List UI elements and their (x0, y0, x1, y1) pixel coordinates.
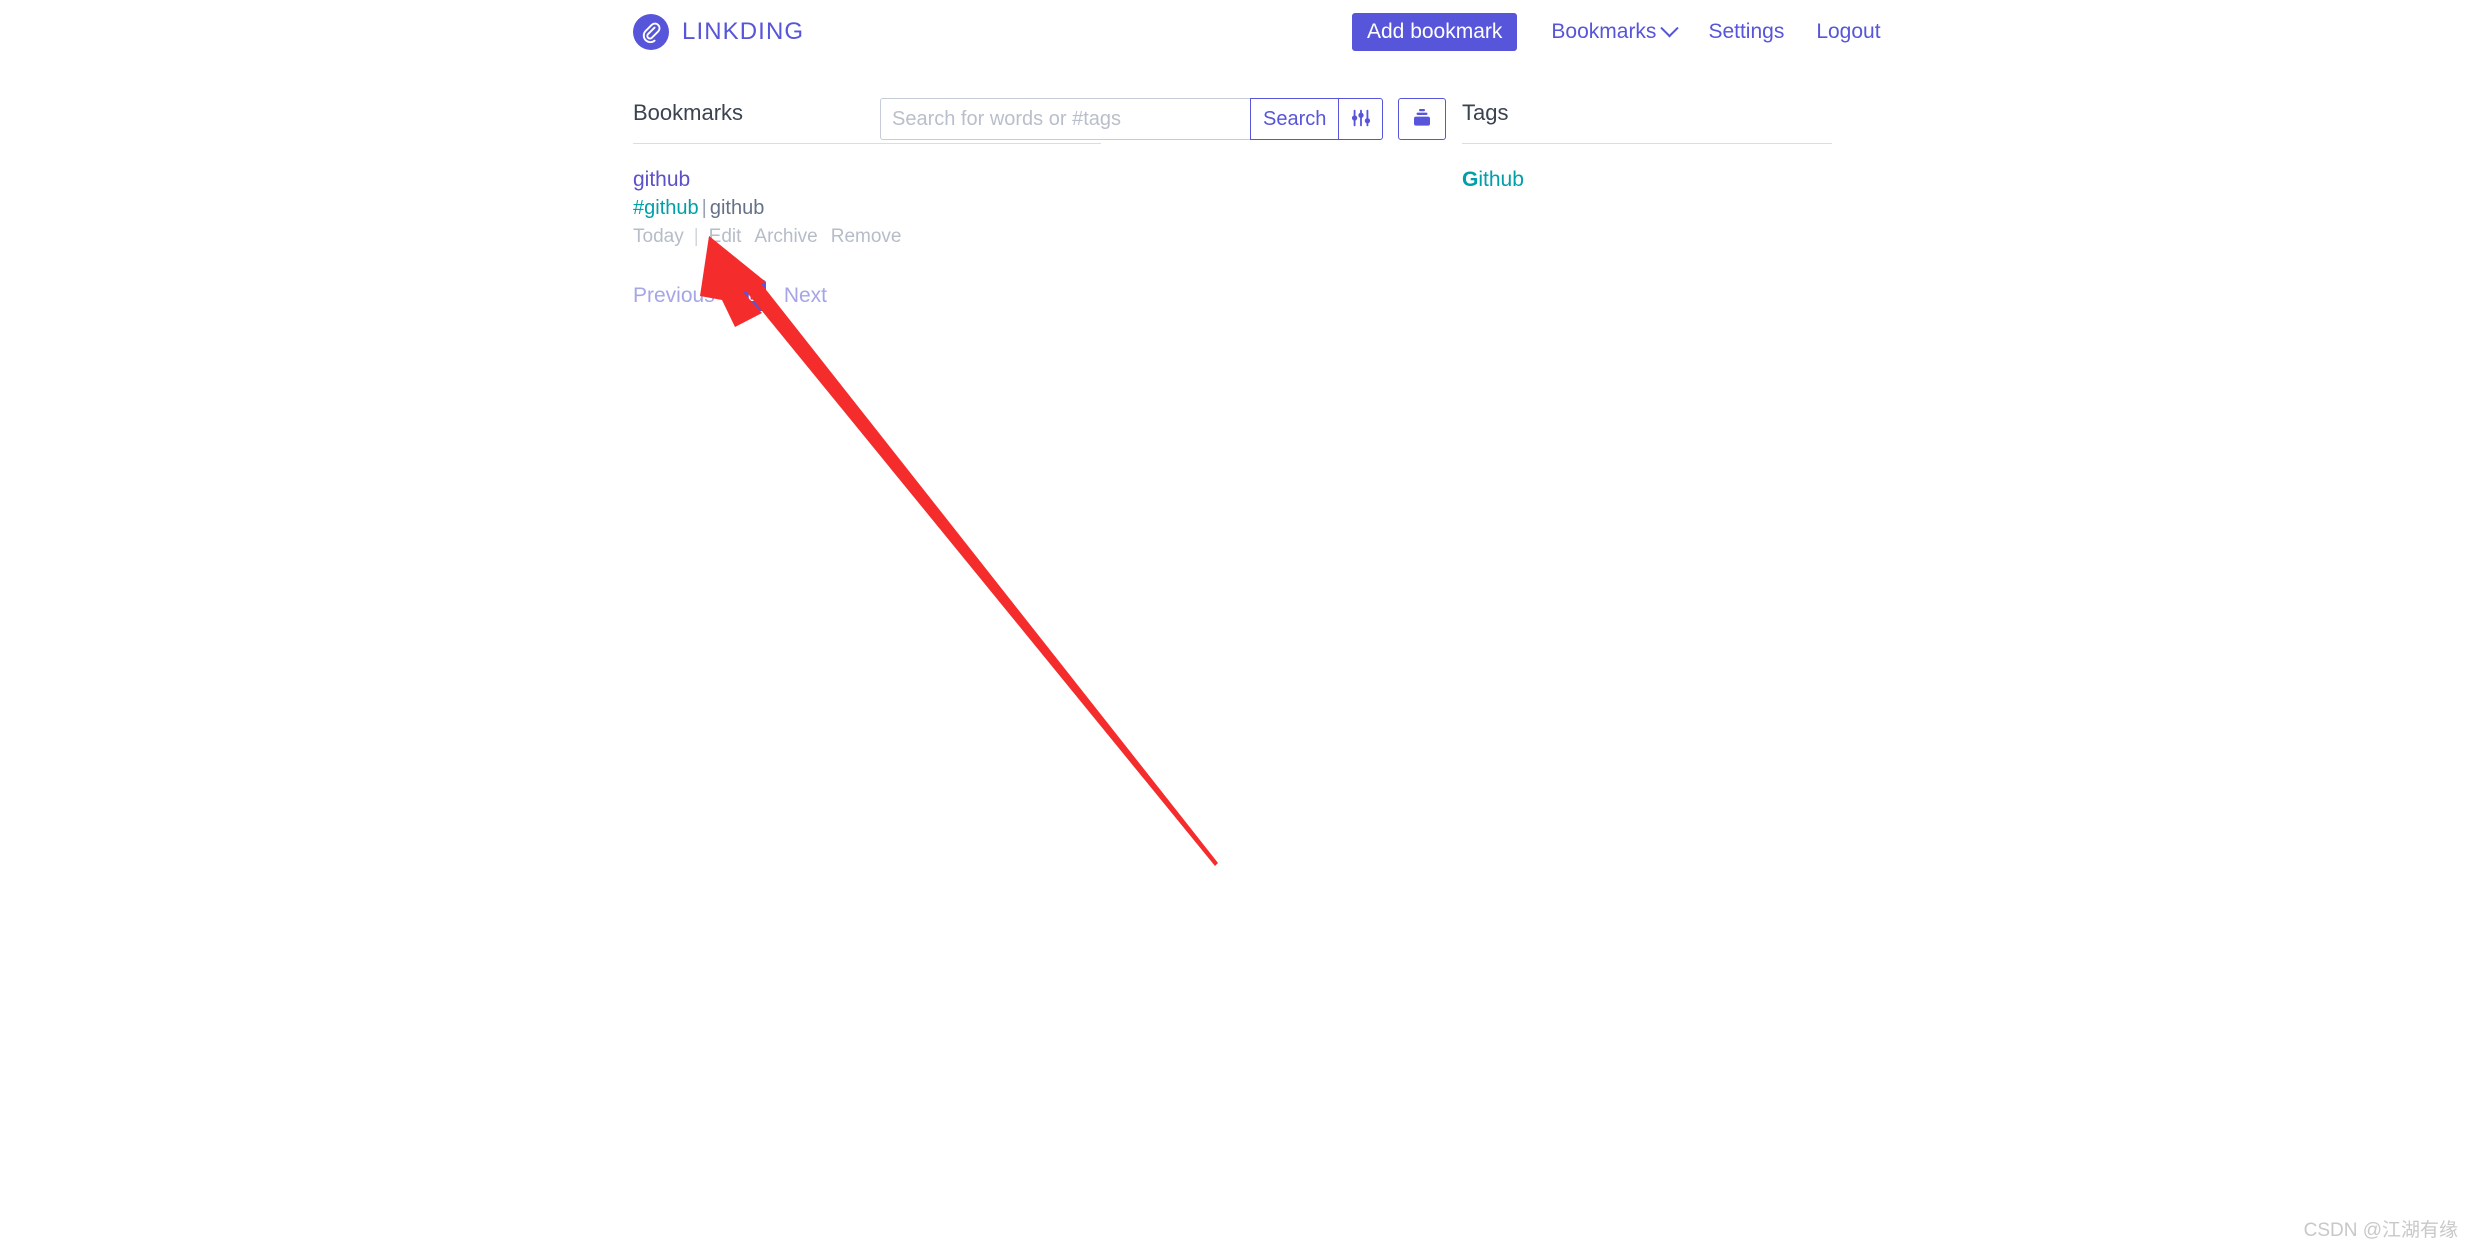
search-button[interactable]: Search (1250, 98, 1340, 140)
search-form: Search (880, 98, 1447, 140)
pagination-current-page[interactable]: 1 (732, 280, 766, 311)
bundles-stack-icon (1410, 107, 1434, 132)
brand-logo-link[interactable]: LINKDING (633, 14, 804, 50)
tags-list: Github (1462, 166, 1524, 194)
search-input[interactable] (880, 98, 1250, 140)
tags-divider (1462, 143, 1832, 144)
main-navigation: Add bookmark Bookmarks Settings Logout (1352, 13, 2478, 51)
nav-bookmarks-label: Bookmarks (1551, 20, 1657, 43)
bookmark-title-link[interactable]: github (633, 166, 1103, 194)
nav-item-logout[interactable]: Logout (1816, 20, 1880, 44)
bundles-button[interactable] (1398, 98, 1447, 140)
bookmark-archive-link[interactable]: Archive (754, 223, 817, 251)
search-filter-button[interactable] (1339, 98, 1384, 140)
nav-item-settings[interactable]: Settings (1708, 20, 1784, 44)
actions-separator: | (693, 226, 699, 247)
list-item: github #github | github Today | Edit Archi… (633, 166, 1103, 251)
tag-initial: G (1462, 168, 1479, 191)
annotation-arrow (700, 236, 1218, 866)
bookmark-date: Today (633, 226, 684, 247)
nav-item-bookmarks[interactable]: Bookmarks (1551, 18, 1680, 44)
bookmark-tag-link[interactable]: #github (633, 197, 699, 219)
pagination: Previous 1 Next (633, 280, 827, 311)
pagination-next[interactable]: Next (784, 284, 827, 308)
tags-panel-title: Tags (1462, 100, 1509, 125)
pagination-previous[interactable]: Previous (633, 284, 715, 308)
tag-list-item-github[interactable]: Github (1462, 168, 1524, 191)
bookmark-meta: #github | github (633, 194, 1103, 223)
linkding-paperclip-logo-icon (633, 14, 669, 50)
bookmark-remove-link[interactable]: Remove (831, 223, 902, 251)
bookmark-edit-link[interactable]: Edit (709, 223, 742, 251)
sliders-filter-icon (1350, 107, 1372, 132)
bookmark-actions: Today | Edit Archive Remove (633, 223, 1103, 251)
tags-panel: Tags (1462, 98, 1832, 128)
add-bookmark-button[interactable]: Add bookmark (1352, 13, 1518, 51)
chevron-down-icon (1660, 18, 1680, 37)
csdn-watermark: CSDN @江湖有缘 (2303, 1220, 2458, 1241)
bookmarks-divider (633, 143, 1101, 144)
bookmark-description: github (709, 197, 765, 219)
meta-separator: | (701, 197, 707, 219)
bookmark-list: github #github | github Today | Edit Archi… (633, 166, 1103, 251)
tag-rest: ithub (1478, 168, 1524, 191)
app-header: LINKDING Add bookmark Bookmarks Settings… (0, 0, 2478, 72)
brand-name: LINKDING (682, 18, 805, 45)
